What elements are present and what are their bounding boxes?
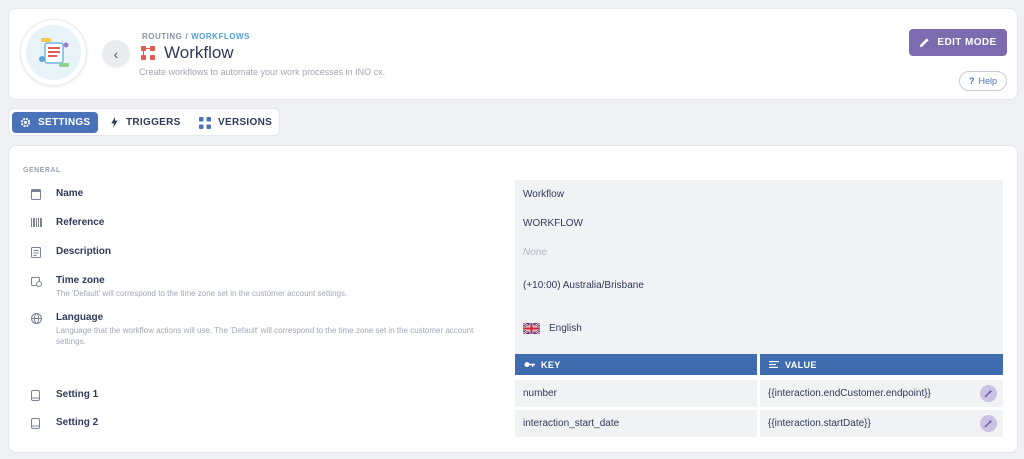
magic-wand-button[interactable] xyxy=(980,385,997,402)
time-zone-value: (+10:00) Australia/Brisbane xyxy=(523,280,644,291)
field-setting-1: Setting 1 xyxy=(31,389,98,401)
setting-1-label: Setting 1 xyxy=(56,389,99,400)
globe-icon xyxy=(31,313,42,324)
help-button[interactable]: ? Help xyxy=(959,71,1007,91)
calendar-clock-icon xyxy=(31,276,42,287)
setting-1-value: {{interaction.endCustomer.endpoint}} xyxy=(768,388,931,399)
language-description: Language that the workflow actions will … xyxy=(56,326,474,346)
help-label: Help xyxy=(978,76,997,86)
key-header-label: KEY xyxy=(541,359,561,370)
table-row-key[interactable]: interaction_start_date xyxy=(515,410,757,437)
language-label: Language xyxy=(56,312,104,323)
time-zone-description: The 'Default' will correspond to the tim… xyxy=(56,289,348,298)
tab-triggers[interactable]: TRIGGERS xyxy=(102,112,189,133)
breadcrumb: ROUTING / WORKFLOWS xyxy=(142,32,250,41)
reference-label: Reference xyxy=(56,217,105,228)
field-description: Description xyxy=(31,246,111,258)
list-icon xyxy=(769,361,779,368)
chevron-left-icon: ‹ xyxy=(113,46,119,62)
key-icon xyxy=(524,362,535,367)
table-row-key[interactable]: number xyxy=(515,380,757,407)
uk-flag-icon xyxy=(523,323,540,334)
description-label: Description xyxy=(56,246,112,257)
tab-triggers-label: TRIGGERS xyxy=(126,117,181,128)
table-row-value[interactable]: {{interaction.endCustomer.endpoint}} xyxy=(760,380,1003,407)
language-value-wrap: English xyxy=(523,323,582,334)
field-language: Language Language that the workflow acti… xyxy=(31,312,496,347)
page-subtitle: Create workflows to automate your work p… xyxy=(139,67,386,77)
magic-wand-icon xyxy=(984,389,993,398)
magic-wand-button[interactable] xyxy=(980,415,997,432)
settings-panel: GENERAL Name Workflow Reference WORKFLOW… xyxy=(8,145,1018,453)
workflow-icon xyxy=(141,46,155,60)
field-name: Name xyxy=(31,188,83,200)
edit-mode-button[interactable]: EDIT MODE xyxy=(909,29,1007,56)
field-time-zone: Time zone The 'Default' will correspond … xyxy=(31,275,496,299)
back-button[interactable]: ‹ xyxy=(102,40,130,68)
setting-2-key: interaction_start_date xyxy=(523,418,620,429)
pencil-icon xyxy=(920,38,930,48)
reference-value: WORKFLOW xyxy=(523,218,583,229)
setting-2-label: Setting 2 xyxy=(56,417,99,428)
breadcrumb-separator: / xyxy=(185,32,189,41)
breadcrumb-root[interactable]: ROUTING xyxy=(142,32,182,41)
tab-bar: SETTINGS TRIGGERS VERSIONS xyxy=(8,108,280,136)
question-icon: ? xyxy=(968,76,975,86)
language-value: English xyxy=(549,323,582,335)
tab-versions[interactable]: VERSIONS xyxy=(191,112,280,133)
device-icon xyxy=(31,418,42,429)
tab-versions-label: VERSIONS xyxy=(218,117,273,128)
magic-wand-icon xyxy=(984,419,993,428)
page-header: ‹ ROUTING / WORKFLOWS Workflow Create work… xyxy=(8,8,1018,100)
device-icon xyxy=(31,390,42,401)
time-zone-label: Time zone xyxy=(56,275,105,286)
setting-1-key: number xyxy=(523,388,557,399)
workflow-logo xyxy=(20,19,87,86)
bolt-icon xyxy=(111,117,118,128)
edit-mode-label: EDIT MODE xyxy=(937,37,997,48)
document-icon xyxy=(31,247,42,258)
value-column-header: VALUE xyxy=(760,354,1003,375)
name-value: Workflow xyxy=(523,189,564,200)
tab-settings-label: SETTINGS xyxy=(38,117,91,128)
tab-settings[interactable]: SETTINGS xyxy=(12,112,99,133)
value-header-label: VALUE xyxy=(785,359,817,370)
name-label: Name xyxy=(56,188,84,199)
breadcrumb-current[interactable]: WORKFLOWS xyxy=(191,32,250,41)
values-background xyxy=(515,180,1003,355)
barcode-icon xyxy=(31,218,42,229)
setting-2-value: {{interaction.startDate}} xyxy=(768,418,871,429)
key-column-header: KEY xyxy=(515,354,757,375)
section-label-general: GENERAL xyxy=(23,167,61,174)
field-reference: Reference xyxy=(31,217,104,229)
gear-icon xyxy=(20,117,31,128)
versions-icon xyxy=(199,116,211,129)
page-title: Workflow xyxy=(164,43,234,62)
file-icon xyxy=(31,189,42,200)
table-row-value[interactable]: {{interaction.startDate}} xyxy=(760,410,1003,437)
description-value: None xyxy=(523,247,547,258)
field-setting-2: Setting 2 xyxy=(31,417,98,429)
